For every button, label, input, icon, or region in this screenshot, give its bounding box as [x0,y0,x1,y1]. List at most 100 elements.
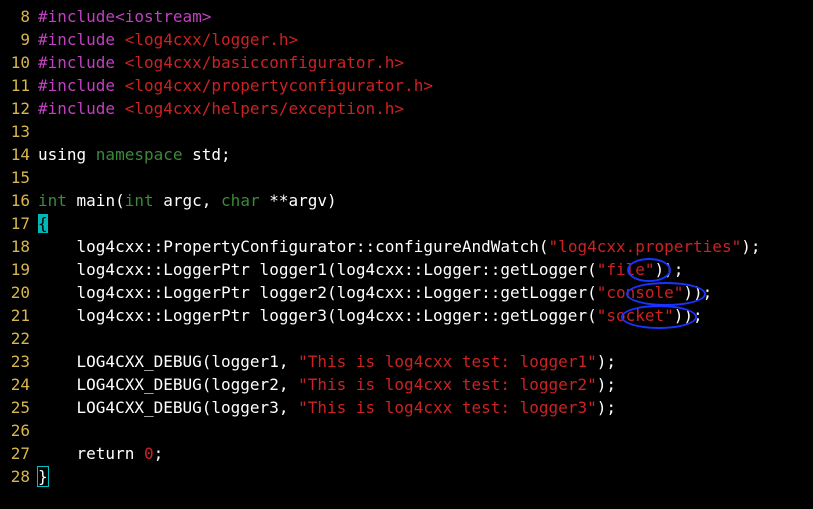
code-token: )); [673,306,703,325]
code-token: LOG4CXX_DEBUG(logger1, [38,352,299,371]
string-literal: <log4cxx/basicconfigurator.h> [124,53,405,72]
code-line[interactable]: 24 LOG4CXX_DEBUG(logger2, "This is log4c… [0,373,813,396]
keyword-token: int [124,191,154,210]
code-token: ); [596,375,616,394]
string-literal: "console" [596,283,684,302]
code-text[interactable]: #include <log4cxx/logger.h> [38,30,298,49]
line-number: 9 [20,30,30,49]
code-token: main( [66,191,125,210]
code-line[interactable]: 22 [0,327,813,350]
line-number: 21 [10,306,30,325]
code-text[interactable]: #include <log4cxx/propertyconfigurator.h… [38,76,433,95]
code-token: )); [654,260,684,279]
code-text[interactable]: #include <log4cxx/helpers/exception.h> [38,99,404,118]
keyword-token: char [221,191,260,210]
code-text[interactable]: log4cxx::PropertyConfigurator::configure… [38,237,761,256]
line-number: 25 [10,398,30,417]
preprocessor-token: #include [38,99,125,118]
preprocessor-token: #include [38,76,125,95]
line-number: 23 [10,352,30,371]
string-literal: <log4cxx/propertyconfigurator.h> [124,76,433,95]
code-token: ; [153,444,164,463]
code-token: using [38,145,96,164]
code-text[interactable]: using namespace std; [38,145,231,164]
string-literal: "This is log4cxx test: logger3" [298,398,597,417]
keyword-token: namespace [95,145,183,164]
code-line[interactable]: 23 LOG4CXX_DEBUG(logger1, "This is log4c… [0,350,813,373]
code-text[interactable]: log4cxx::LoggerPtr logger3(log4cxx::Logg… [38,306,703,325]
code-token: LOG4CXX_DEBUG(logger3, [38,398,299,417]
string-literal: "This is log4cxx test: logger1" [298,352,597,371]
matching-brace: } [37,466,49,487]
line-number: 12 [10,99,30,118]
code-editor[interactable]: 8 #include<iostream> 9 #include <log4cxx/lo… [0,5,813,488]
code-line[interactable]: 18 log4cxx::PropertyConfigurator::config… [0,235,813,258]
code-line[interactable]: 27 return 0; [0,442,813,465]
code-text[interactable]: #include <log4cxx/basicconfigurator.h> [38,53,404,72]
line-number: 15 [10,168,30,187]
keyword-token: int [38,191,67,210]
code-token: **argv) [259,191,337,210]
code-token: log4cxx::PropertyConfigurator::configure… [38,237,549,256]
code-text[interactable]: #include<iostream> [38,7,211,26]
code-text[interactable]: } [37,466,49,487]
code-line[interactable]: 9 #include <log4cxx/logger.h> [0,28,813,51]
line-number: 14 [10,145,30,164]
preprocessor-token: #include [38,53,125,72]
string-literal: <log4cxx/helpers/exception.h> [124,99,405,118]
code-token: return [38,444,144,463]
line-number: 24 [10,375,30,394]
line-number: 10 [10,53,30,72]
line-number: 16 [10,191,30,210]
code-line[interactable]: 20 log4cxx::LoggerPtr logger2(log4cxx::L… [0,281,813,304]
code-line[interactable]: 17 { [0,212,813,235]
line-number: 28 [10,467,30,486]
code-token: LOG4CXX_DEBUG(logger2, [38,375,299,394]
code-token: log4cxx::LoggerPtr logger3(log4cxx::Logg… [38,306,597,325]
code-token: ); [741,237,761,256]
code-text[interactable]: log4cxx::LoggerPtr logger1(log4cxx::Logg… [38,260,684,279]
string-literal: "This is log4cxx test: logger2" [298,375,597,394]
code-text[interactable]: LOG4CXX_DEBUG(logger1, "This is log4cxx … [38,352,616,371]
line-number: 17 [10,214,30,233]
line-number: 26 [10,421,30,440]
code-text[interactable]: { [38,214,48,233]
code-line[interactable]: 25 LOG4CXX_DEBUG(logger3, "This is log4c… [0,396,813,419]
code-line[interactable]: 21 log4cxx::LoggerPtr logger3(log4cxx::L… [0,304,813,327]
code-token: log4cxx::LoggerPtr logger2(log4cxx::Logg… [38,283,597,302]
string-literal: "log4cxx.properties" [548,237,742,256]
code-line[interactable]: 10 #include <log4cxx/basicconfigurator.h> [0,51,813,74]
line-number: 13 [10,122,30,141]
code-text[interactable]: LOG4CXX_DEBUG(logger3, "This is log4cxx … [38,398,616,417]
line-number: 18 [10,237,30,256]
line-number: 11 [10,76,30,95]
number-literal: 0 [143,444,154,463]
code-line[interactable]: 11 #include <log4cxx/propertyconfigurator… [0,74,813,97]
code-text[interactable]: LOG4CXX_DEBUG(logger2, "This is log4cxx … [38,375,616,394]
code-line[interactable]: 15 [0,166,813,189]
code-token: ); [596,352,616,371]
code-token: log4cxx::LoggerPtr logger1(log4cxx::Logg… [38,260,597,279]
code-line[interactable]: 19 log4cxx::LoggerPtr logger1(log4cxx::L… [0,258,813,281]
code-token: )); [683,283,713,302]
code-text[interactable]: return 0; [38,444,164,463]
code-line[interactable]: 16 int main(int argc, char **argv) [0,189,813,212]
code-line[interactable]: 12 #include <log4cxx/helpers/exception.h> [0,97,813,120]
string-literal: "file" [596,260,655,279]
code-line[interactable]: 8 #include<iostream> [0,5,813,28]
string-literal: <log4cxx/logger.h> [124,30,299,49]
code-text[interactable]: int main(int argc, char **argv) [38,191,337,210]
code-line[interactable]: 14 using namespace std; [0,143,813,166]
code-line[interactable]: 26 [0,419,813,442]
code-token: ); [596,398,616,417]
line-number: 22 [10,329,30,348]
preprocessor-token: #include<iostream> [38,7,212,26]
preprocessor-token: #include [38,30,125,49]
text-cursor: { [38,214,48,233]
code-line[interactable]: 13 [0,120,813,143]
code-text[interactable]: log4cxx::LoggerPtr logger2(log4cxx::Logg… [38,283,713,302]
line-number: 27 [10,444,30,463]
line-number: 20 [10,283,30,302]
code-token: argc, [153,191,222,210]
code-line[interactable]: 28} [0,465,813,488]
